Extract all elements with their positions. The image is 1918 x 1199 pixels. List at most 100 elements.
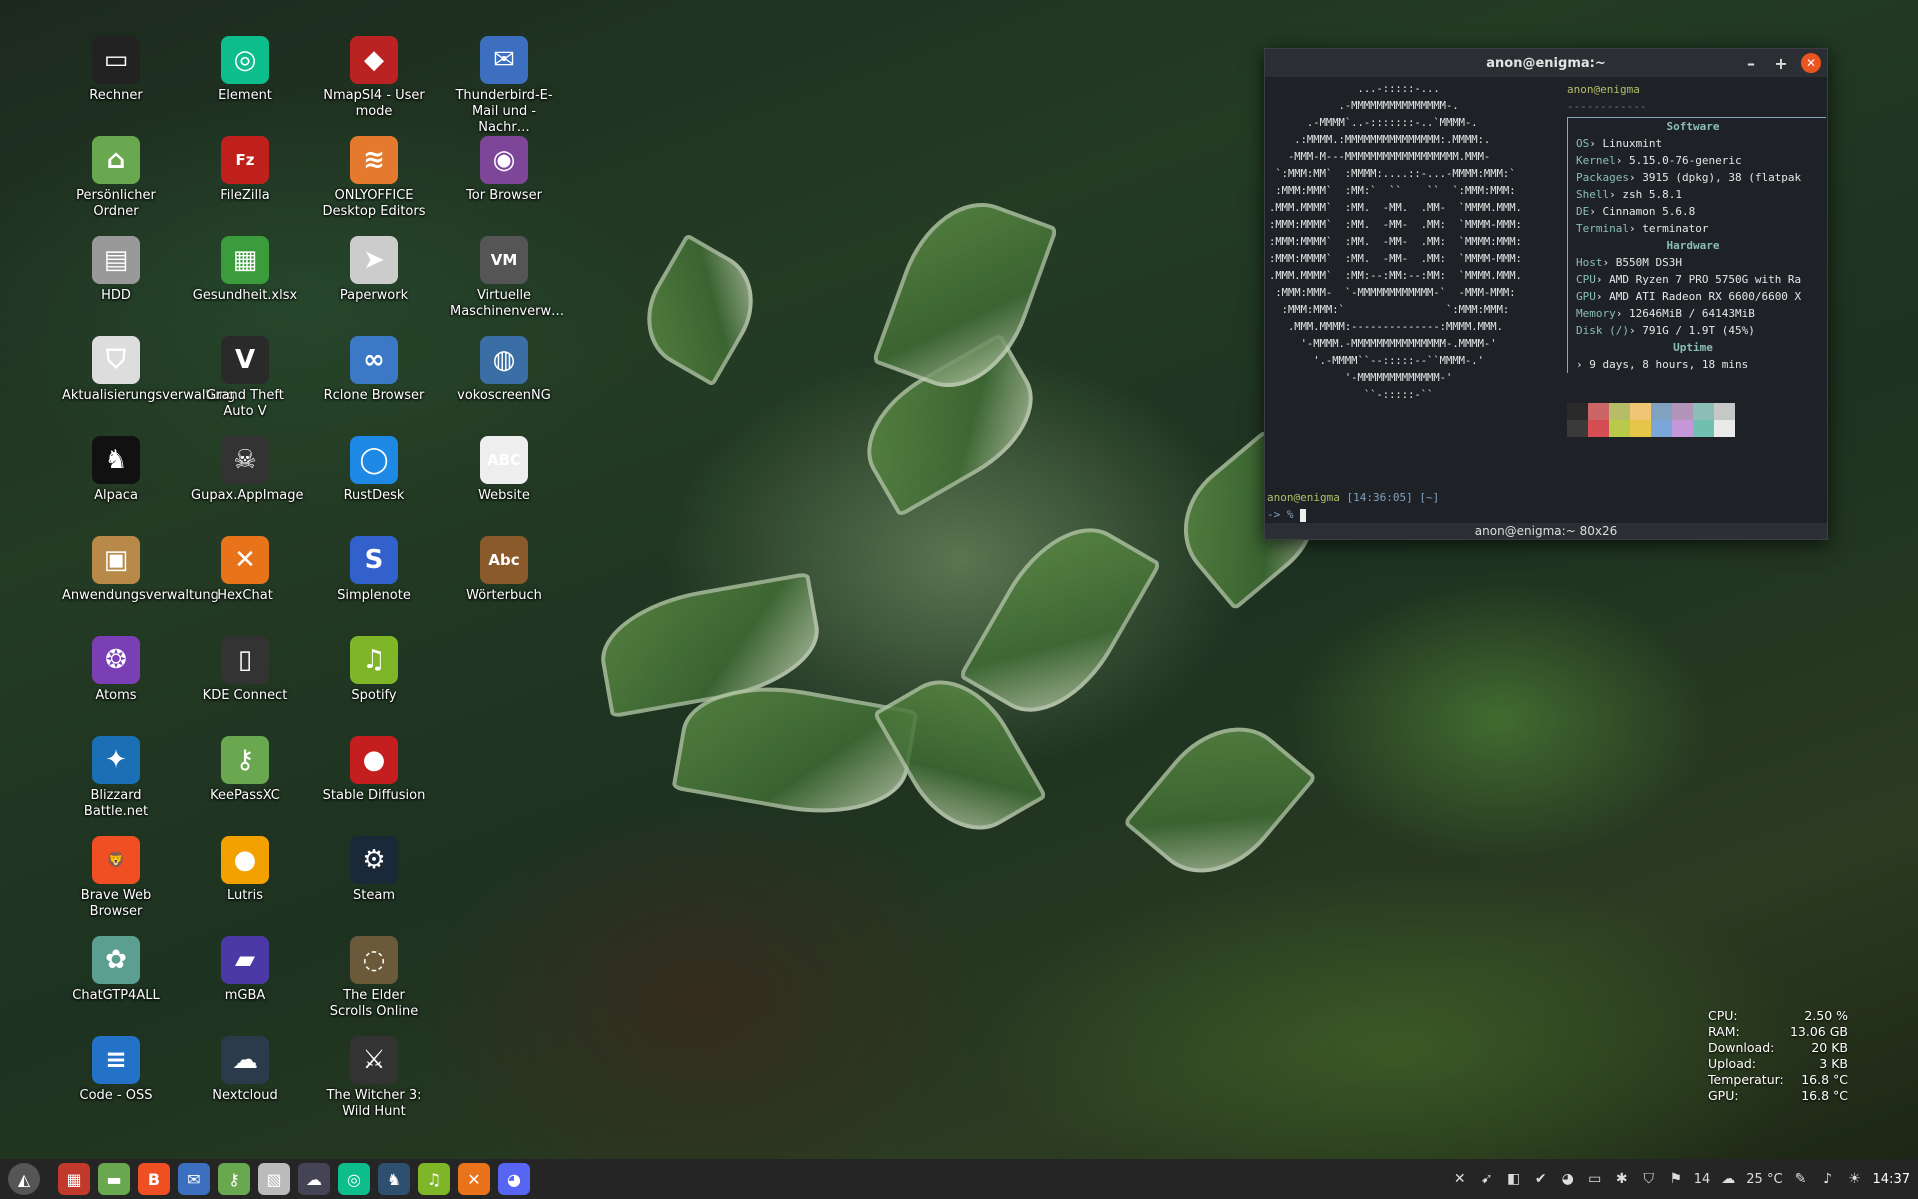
shell-prompt[interactable]: anon@enigma [14:36:05] [~] -> % [1267,489,1439,523]
terminal-titlebar[interactable]: anon@enigma:~ – + ✕ [1265,49,1827,77]
desktop-icon-label: HDD [101,288,131,303]
app-icon: ◆ [350,36,398,84]
app-icon: ABC [480,436,528,484]
desktop-icon-label: Wörterbuch [466,588,542,603]
desktop-icon[interactable]: ✉ Thunderbird-E-Mail und -Nachr… [444,36,564,136]
menu-icon[interactable]: ◭ [8,1163,40,1195]
desktop-icon[interactable]: ◯ RustDesk [314,436,434,504]
app-icon: Fz [221,136,269,184]
desktop-icon[interactable]: ● Lutris [185,836,305,904]
desktop-icon-label: Element [218,88,272,103]
desktop-icon[interactable]: Fz FileZilla [185,136,305,204]
desktop-icon[interactable]: ⌂ Persönlicher Ordner [56,136,176,220]
color-palette [1567,403,1735,437]
desktop-icon[interactable]: ◌ The Elder Scrolls Online [314,936,434,1020]
app-icon: ⚷ [221,736,269,784]
clock[interactable]: 14:37 [1873,1172,1910,1187]
desktop-icon[interactable]: ≋ ONLYOFFICE Desktop Editors [314,136,434,220]
desktop-icon[interactable]: V Grand Theft Auto V [185,336,305,420]
desktop-icon[interactable]: ❂ Atoms [56,636,176,704]
tray-icon[interactable]: ⚑ [1667,1170,1685,1188]
desktop-icon[interactable]: ▰ mGBA [185,936,305,1004]
desktop-icon-label: Aktualisierungsverwaltung [62,388,236,403]
app-icon: ▣ [92,536,140,584]
desktop-icon[interactable]: ◉ Tor Browser [444,136,564,204]
desktop-icon[interactable]: 🦁 Brave Web Browser [56,836,176,920]
sound-icon[interactable]: ♪ [1819,1170,1837,1188]
app-icon: ◯ [350,436,398,484]
app-icon: ▤ [92,236,140,284]
terminal-window[interactable]: anon@enigma:~ – + ✕ ...-:::::-... .-MMMM… [1264,48,1828,540]
desktop-icon[interactable]: Abc Wörterbuch [444,536,564,604]
discord-icon[interactable]: ◕ [498,1163,530,1195]
spotify-icon[interactable]: ♫ [418,1163,450,1195]
image-icon[interactable]: ▧ [258,1163,290,1195]
hexchat-icon[interactable]: ✕ [458,1163,490,1195]
tray-icon[interactable]: ◧ [1505,1170,1523,1188]
minimize-icon[interactable]: – [1741,53,1761,73]
monitor-row: RAM: 13.06 GB [1708,1024,1848,1039]
monitor-row: Download: 20 KB [1708,1040,1848,1055]
desktop-icon[interactable]: ⛉ Aktualisierungsverwaltung [56,336,236,404]
desktop-icon-label: RustDesk [343,488,405,503]
palette-swatch [1714,403,1735,437]
desktop-icon[interactable]: ♫ Spotify [314,636,434,704]
tray-icon[interactable]: ✔ [1532,1170,1550,1188]
tray-icon[interactable]: ⛉ [1640,1170,1658,1188]
nextcloud-icon[interactable]: ☁ [298,1163,330,1195]
pen-icon[interactable]: ✎ [1792,1170,1810,1188]
desktop-icon[interactable]: ◆ NmapSI4 - User mode [314,36,434,120]
palette-swatch [1672,403,1693,437]
app-icon: ⚙ [350,836,398,884]
brightness-icon[interactable]: ☀ [1846,1170,1864,1188]
tray-icon[interactable]: ✕ [1451,1170,1469,1188]
tray-icon[interactable]: ▭ [1586,1170,1604,1188]
notification-count[interactable]: 14 [1694,1172,1711,1187]
desktop-icon[interactable]: ☁ Nextcloud [185,1036,305,1104]
desktop-icon[interactable]: ▦ Gesundheit.xlsx [185,236,305,304]
keepassxc-icon[interactable]: ⚷ [218,1163,250,1195]
element-icon[interactable]: ◎ [338,1163,370,1195]
thunderbird-icon[interactable]: ✉ [178,1163,210,1195]
desktop-icon[interactable]: ABC Website [444,436,564,504]
desktop-icon[interactable]: ♞ Alpaca [56,436,176,504]
desktop-icon[interactable]: ☠ Gupax.AppImage [185,436,305,504]
desktop-icon-label: Stable Diffusion [322,788,426,803]
weather-icon[interactable]: ☁ [1719,1170,1737,1188]
app-icon: ▦ [221,236,269,284]
desktop-icon[interactable]: ✕ HexChat [185,536,305,604]
desktop-icon[interactable]: ✦ Blizzard Battle.net [56,736,176,820]
alpaca-icon[interactable]: ♞ [378,1163,410,1195]
desktop-icon[interactable]: S Simplenote [314,536,434,604]
desktop-icon[interactable]: ▭ Rechner [56,36,176,104]
tray-icon[interactable]: ✱ [1613,1170,1631,1188]
desktop-icon[interactable]: ▣ Anwendungsverwaltung [56,536,219,604]
tray-icon[interactable]: ➹ [1478,1170,1496,1188]
app-icon: ➤ [350,236,398,284]
brave-icon[interactable]: B [138,1163,170,1195]
desktop-icon[interactable]: ⚙ Steam [314,836,434,904]
close-icon[interactable]: ✕ [1801,53,1821,73]
app-icon: ♫ [350,636,398,684]
app-icon: ❂ [92,636,140,684]
desktop-icon[interactable]: VM Virtuelle Maschinenverw… [444,236,564,320]
desktop-icon[interactable]: ≡ Code - OSS [56,1036,176,1104]
maximize-icon[interactable]: + [1771,53,1791,73]
separator: ------------ [1567,100,1647,113]
desktop-icon[interactable]: ◍ vokoscreenNG [444,336,564,404]
hexchat-task-icon[interactable]: ▦ [58,1163,90,1195]
desktop-icon[interactable]: ▯ KDE Connect [185,636,305,704]
desktop-icon[interactable]: ✿ ChatGTP4ALL [56,936,176,1004]
desktop-icon[interactable]: ◎ Element [185,36,305,104]
desktop-icon-label: Gupax.AppImage [191,488,304,503]
desktop-icon[interactable]: ⚔ The Witcher 3: Wild Hunt [314,1036,434,1120]
desktop-icon[interactable]: ▤ HDD [56,236,176,304]
app-icon: ◎ [221,36,269,84]
desktop-icon[interactable]: ⚷ KeePassXC [185,736,305,804]
weather-temp[interactable]: 25 °C [1746,1172,1782,1187]
files-icon[interactable]: ▬ [98,1163,130,1195]
desktop-icon[interactable]: ➤ Paperwork [314,236,434,304]
tray-icon[interactable]: ◕ [1559,1170,1577,1188]
desktop-icon[interactable]: ∞ Rclone Browser [314,336,434,404]
desktop-icon[interactable]: ● Stable Diffusion [314,736,434,804]
